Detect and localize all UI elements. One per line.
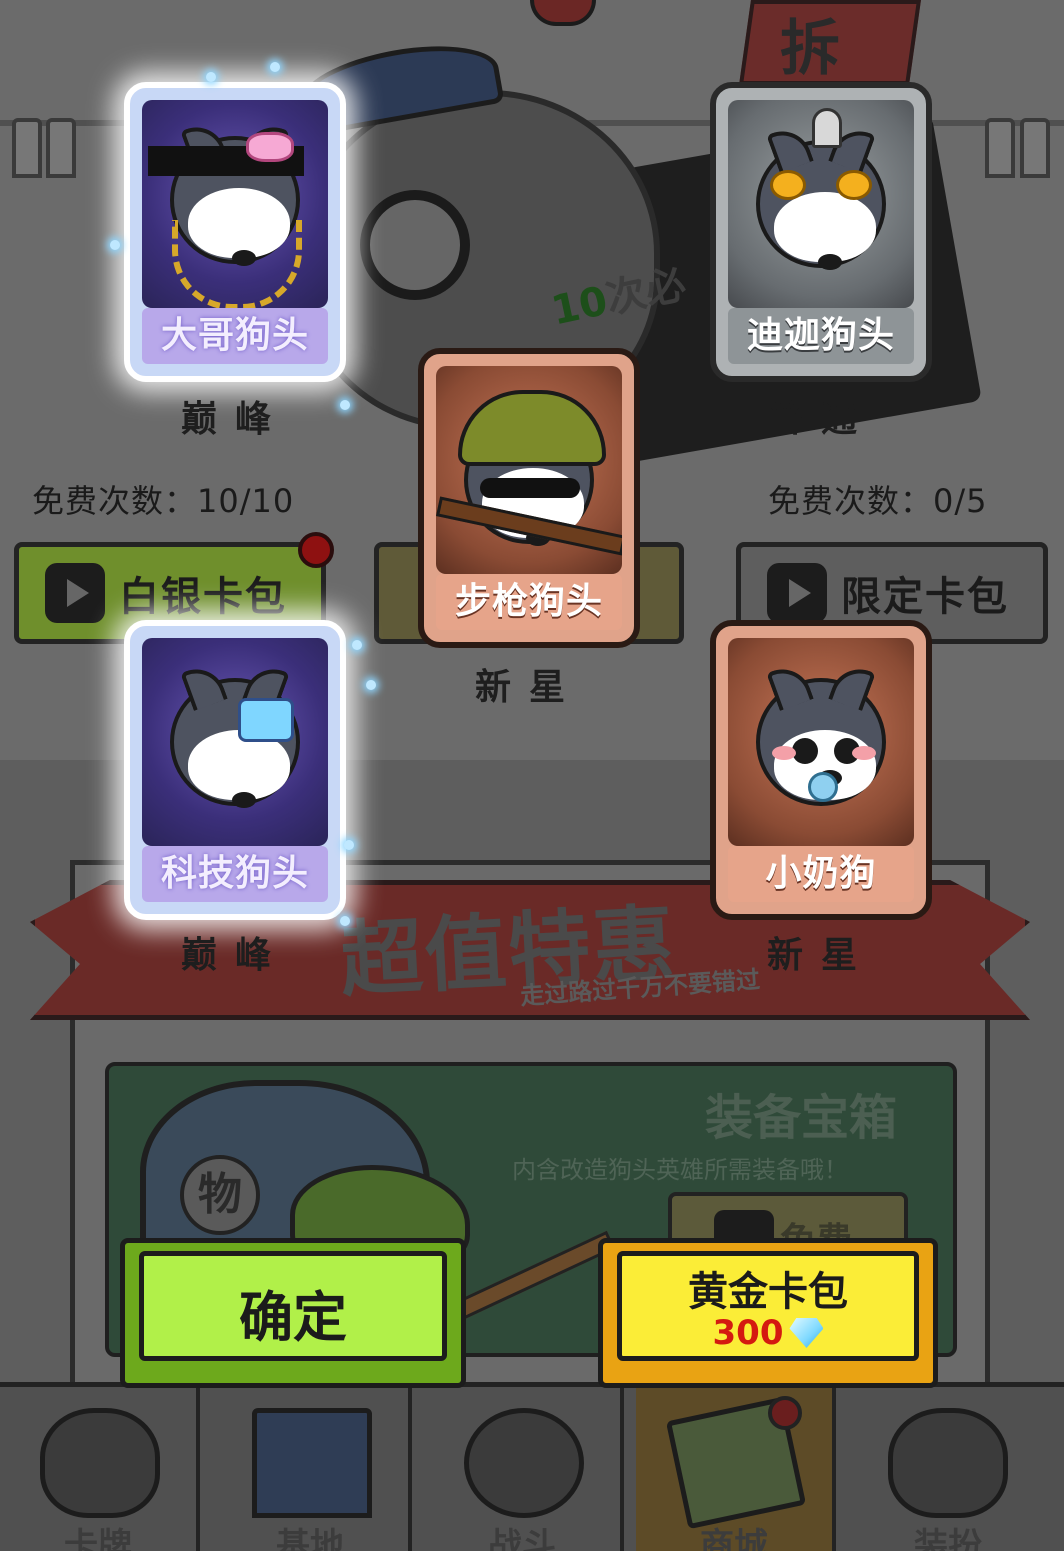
price-value: 300 [712,1313,784,1353]
diamond-icon [789,1318,824,1348]
limited-pack-label: 限定卡包 [841,574,1009,620]
card-name: 大哥狗头 [142,308,328,364]
fence-post [46,118,76,178]
chest-title: 装备宝箱 [705,1090,898,1146]
card-rarity: 新星 [474,667,583,708]
card-portrait [436,366,622,574]
sparkle-icon [270,62,280,72]
blush-icon [852,746,876,760]
sparkle-icon [110,240,120,250]
nav-item-cards: 卡牌 [0,1388,200,1551]
dog-head-illustration [756,123,886,270]
glowing-eye-icon [836,170,872,200]
nav-label: 装扮 [914,1526,982,1551]
sunglasses-icon [480,478,580,498]
sparkle-icon [340,916,350,926]
pink-bow-icon [246,132,294,162]
dog-eye [792,738,818,764]
nav-item-dress: 装扮 [848,1388,1048,1551]
castle-icon [252,1408,372,1518]
dog-face [774,192,876,270]
nav-label: 基地 [276,1526,344,1551]
confirm-label: 确定 [239,1286,347,1349]
hero-card-dage[interactable]: 大哥狗头 [124,82,346,382]
silver-pack-label: 白银卡包 [119,574,287,620]
hero-card-diga[interactable]: 迪迦狗头 [710,82,932,382]
card-rarity: 普通 [766,399,875,440]
chest-description: 内含改造狗头英雄所需装备哦！ [512,1156,848,1184]
fence-post [12,118,42,178]
cyber-eye-icon [238,698,294,742]
pacifier-icon [808,772,838,802]
confirm-button[interactable]: 确定 [120,1238,466,1388]
gold-pack-price: 300 [603,1313,933,1353]
sparkle-icon [340,400,350,410]
sparkle-icon [366,680,376,690]
dog-nose [818,254,842,270]
hero-card-rifle[interactable]: 步枪狗头 [418,348,640,648]
play-icon [767,563,827,623]
nav-item-shop: 商城 [636,1388,836,1551]
top-hat-icon [888,1408,1008,1518]
limited-free-count: 免费次数：0/5 [768,482,988,520]
fence-post [985,118,1015,178]
gold-pack-label: 黄金卡包 [688,1269,848,1315]
card-portrait [728,638,914,846]
play-icon [45,563,105,623]
card-portrait [728,100,914,308]
card-name: 小奶狗 [728,846,914,902]
dog-ear [180,661,228,711]
fence-post [1020,118,1050,178]
chest-item-icon: 物 [180,1155,260,1235]
blush-icon [772,746,796,760]
nav-item-battle: 战斗 [424,1388,624,1551]
sparkle-icon [352,640,362,650]
sparkle-icon [344,840,354,850]
card-portrait [142,100,328,308]
sparkle-icon [206,72,216,82]
crest-icon [812,108,842,148]
dog-ear [766,661,814,711]
army-helmet-icon [458,390,606,466]
notification-dot [298,532,334,568]
gold-chain-icon [172,220,302,308]
dog-ear [766,123,814,173]
hero-card-tech[interactable]: 科技狗头 [124,620,346,920]
nav-label: 商城 [700,1526,768,1551]
silver-free-count: 免费次数：10/10 [32,482,295,520]
card-rarity: 新星 [766,935,875,976]
paw-icon [464,1408,584,1518]
card-rarity: 巅峰 [180,935,289,976]
nav-label: 战斗 [488,1526,556,1551]
nav-label: 卡牌 [64,1526,132,1551]
dog-ear [828,661,876,711]
notification-dot [768,1396,802,1430]
background-cat-glasses [360,190,470,300]
card-name: 步枪狗头 [436,574,622,630]
dog-head-icon [40,1408,160,1518]
gold-pack-button[interactable]: 黄金卡包 300 [598,1238,938,1388]
glowing-eye-icon [770,170,806,200]
nav-item-base: 基地 [212,1388,412,1551]
card-name: 迪迦狗头 [728,308,914,364]
hero-card-puppy[interactable]: 小奶狗 [710,620,932,920]
background-banner-text: 拆 [780,14,840,84]
card-portrait [142,638,328,846]
card-rarity: 巅峰 [180,399,289,440]
dog-nose [232,792,256,808]
card-name: 科技狗头 [142,846,328,902]
